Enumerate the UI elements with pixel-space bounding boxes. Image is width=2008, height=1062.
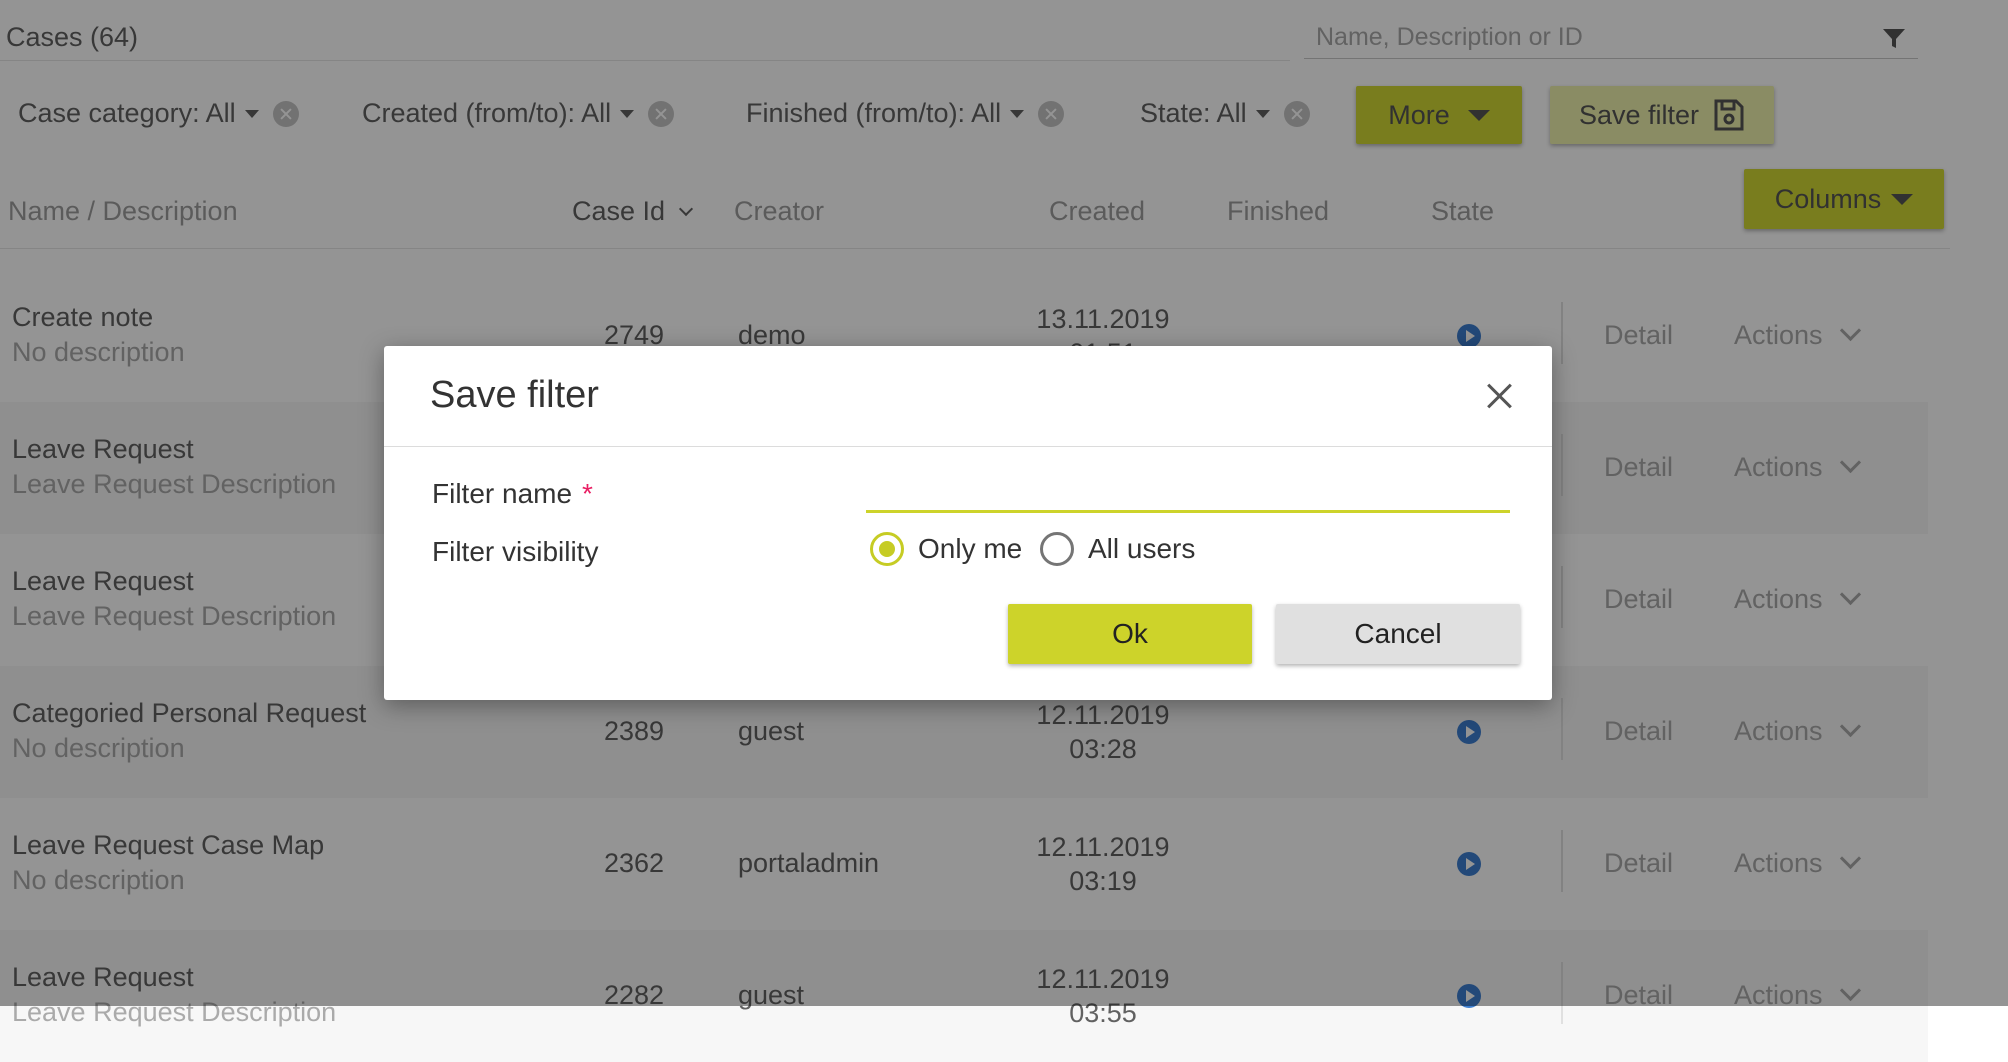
cancel-button[interactable]: Cancel [1276,604,1520,664]
filter-name-text: Filter name [432,478,573,509]
visibility-option-only-me[interactable]: Only me [870,532,1022,566]
filter-name-input[interactable] [866,470,1510,513]
radio-label: All users [1088,533,1196,564]
required-mark: * [582,478,593,509]
visibility-option-all-users[interactable]: All users [1040,532,1195,566]
radio-unselected-icon[interactable] [1040,532,1074,566]
filter-name-label: Filter name * [432,478,593,510]
ok-button[interactable]: Ok [1008,604,1252,664]
save-filter-dialog: Save filter Filter name * Filter visibili… [384,346,1552,700]
radio-label: Only me [918,533,1023,564]
dialog-divider [384,446,1552,447]
dialog-title: Save filter [430,374,599,416]
filter-visibility-label: Filter visibility [432,536,599,567]
radio-selected-icon[interactable] [870,532,904,566]
close-icon[interactable] [1484,380,1516,412]
